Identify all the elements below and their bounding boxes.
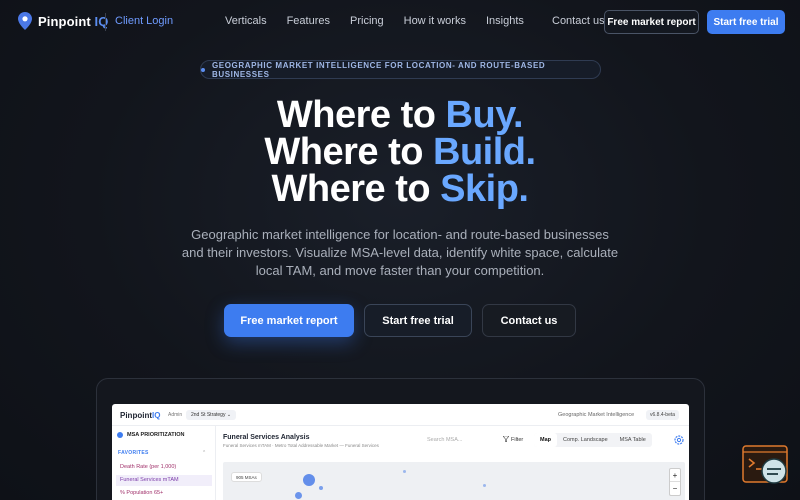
msa-prioritization-label: MSA PRIORITIZATION xyxy=(117,432,184,438)
hero-headline: Where to Buy. Where to Build. Where to S… xyxy=(0,94,800,210)
preview-logo: PinpointIQ xyxy=(120,411,161,420)
nav-link-how-it-works[interactable]: How it works xyxy=(404,15,466,27)
nav-links: Verticals Features Pricing How it works … xyxy=(225,15,544,27)
preview-admin-label: Admin xyxy=(168,412,183,418)
filter-icon xyxy=(502,435,510,443)
preview-topbar: PinpointIQ Admin 2nd St Strategy ⌄ Geogr… xyxy=(112,404,689,426)
sidebar-item-population-65[interactable]: % Population 65+ xyxy=(116,488,212,499)
nav-divider xyxy=(105,13,106,31)
headline-line-buy: Where to Buy. xyxy=(276,94,524,136)
badge-text: GEOGRAPHIC MARKET INTELLIGENCE FOR LOCAT… xyxy=(211,60,546,79)
top-nav: Pinpoint IQ Client Login Verticals Featu… xyxy=(0,0,800,44)
nav-link-features[interactable]: Features xyxy=(287,15,330,27)
map-zoom-control: + − xyxy=(669,468,681,496)
view-tabs: Map Comp. Landscape MSA Table xyxy=(534,433,652,447)
brand-name: Pinpoint IQ xyxy=(38,13,109,29)
nav-free-report-button[interactable]: Free market report xyxy=(604,10,699,34)
hero-start-trial-button[interactable]: Start free trial xyxy=(364,304,472,337)
tab-msa-table[interactable]: MSA Table xyxy=(614,433,652,447)
nav-link-insights[interactable]: Insights xyxy=(486,15,524,27)
headline-line-skip: Where to Skip. xyxy=(271,168,529,210)
preview-strategy-select[interactable]: 2nd St Strategy ⌄ xyxy=(186,410,237,420)
map-marker[interactable] xyxy=(303,474,315,486)
radio-dot-icon xyxy=(117,432,123,438)
preview-sidebar: MSA PRIORITIZATION FAVORITES ⌃ Death Rat… xyxy=(112,426,216,500)
sidebar-item-funeral-mtam[interactable]: Funeral Services mTAM xyxy=(116,475,212,486)
map-marker[interactable] xyxy=(483,484,486,487)
hero-subtext: Geographic market intelligence for locat… xyxy=(181,227,619,278)
nav-link-pricing[interactable]: Pricing xyxy=(350,15,384,27)
hero-free-report-button[interactable]: Free market report xyxy=(224,304,354,337)
preview-version-badge: v6.8.4-beta xyxy=(646,410,680,420)
tab-comp-landscape[interactable]: Comp. Landscape xyxy=(557,433,614,447)
gear-icon[interactable] xyxy=(673,434,685,446)
preview-main: Funeral Services Analysis Funeral Servic… xyxy=(217,426,689,500)
msa-map[interactable]: 905 MSAs + − xyxy=(223,462,685,500)
search-msa-input[interactable]: Search MSA... xyxy=(427,437,462,443)
tab-map[interactable]: Map xyxy=(534,433,557,447)
map-marker[interactable] xyxy=(319,486,323,490)
hero-badge: GEOGRAPHIC MARKET INTELLIGENCE FOR LOCAT… xyxy=(200,60,601,79)
preview-gmi-label: Geographic Market Intelligence xyxy=(558,412,635,418)
client-login-link[interactable]: Client Login xyxy=(115,15,173,27)
chevron-up-icon[interactable]: ⌃ xyxy=(202,450,206,456)
brand-logo[interactable]: Pinpoint IQ xyxy=(18,12,108,30)
headline-line-build: Where to Build. xyxy=(264,131,536,173)
dashboard-preview: PinpointIQ Admin 2nd St Strategy ⌄ Geogr… xyxy=(112,404,689,500)
nav-contact-link[interactable]: Contact us xyxy=(552,15,605,27)
chat-support-icon[interactable] xyxy=(742,445,790,487)
zoom-in-button[interactable]: + xyxy=(670,469,680,482)
zoom-out-button[interactable]: − xyxy=(670,482,680,495)
badge-dot-icon xyxy=(201,67,205,72)
map-marker[interactable] xyxy=(295,492,302,499)
location-pin-icon xyxy=(18,12,32,30)
sidebar-item-death-rate[interactable]: Death Rate (per 1,000) xyxy=(116,462,212,473)
nav-start-trial-button[interactable]: Start free trial xyxy=(707,10,785,34)
hero-contact-button[interactable]: Contact us xyxy=(482,304,576,337)
map-marker[interactable] xyxy=(403,470,406,473)
analysis-title: Funeral Services Analysis xyxy=(223,434,310,441)
nav-link-verticals[interactable]: Verticals xyxy=(225,15,267,27)
analysis-subtitle: Funeral Services mTAM · Metro Total Addr… xyxy=(223,443,379,448)
filter-button[interactable]: Filter xyxy=(502,435,523,443)
favorites-heading: FAVORITES xyxy=(118,450,149,456)
msa-count-badge: 905 MSAs xyxy=(231,472,262,482)
